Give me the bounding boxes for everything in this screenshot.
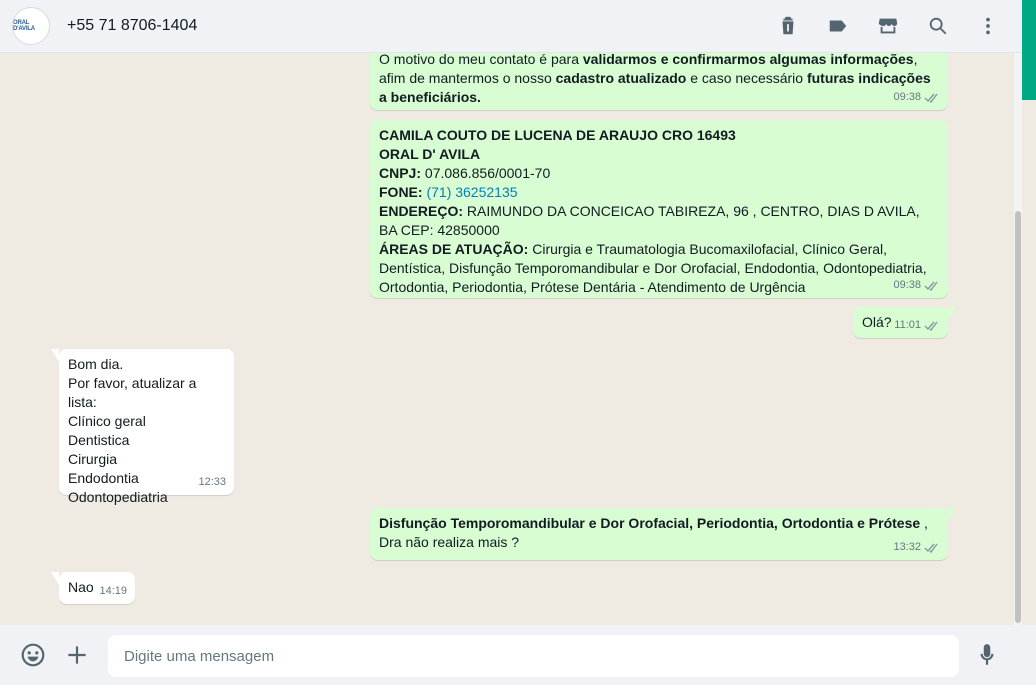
search-icon [929, 17, 947, 35]
endereco-label: ENDEREÇO: [379, 203, 464, 219]
message-time: 11:01 [894, 319, 921, 331]
dentist-name: CAMILA COUTO DE LUCENA DE ARAUJO CRO 164… [379, 127, 736, 143]
message-text: CAMILA COUTO DE LUCENA DE ARAUJO CRO 164… [379, 126, 939, 297]
label-icon [829, 20, 847, 32]
message-line: Bom dia. [68, 356, 124, 372]
scrollbar-thumb[interactable] [1015, 211, 1021, 623]
message-text-part: O motivo do meu contato é para [379, 53, 583, 67]
search-button[interactable] [926, 14, 950, 38]
store-icon [878, 18, 898, 34]
message-text-part: e caso necessário [686, 70, 807, 86]
message-input[interactable] [108, 635, 959, 677]
plus-icon [68, 646, 86, 664]
fone-label: FONE: [379, 184, 423, 200]
bubble-tail [948, 307, 956, 320]
composer-bar [0, 625, 1036, 685]
chat-area[interactable]: O motivo do meu contato é para validarmo… [0, 53, 1022, 625]
cnpj-value: 07.086.856/0001-70 [421, 165, 551, 181]
emoji-icon [21, 643, 45, 667]
accent-bar [1022, 0, 1036, 100]
message-time: 13:32 [893, 541, 921, 553]
contact-name[interactable]: +55 71 8706-1404 [67, 17, 197, 35]
delete-icon [782, 16, 794, 35]
message-bold-part: cadastro atualizado [555, 70, 687, 86]
menu-icon [986, 17, 990, 35]
clinic-name: ORAL D' AVILA [379, 146, 481, 162]
message-text: O motivo do meu contato é para validarmo… [379, 53, 939, 107]
message-time: 12:33 [198, 476, 226, 488]
bubble-tail [948, 508, 956, 521]
voice-button[interactable] [974, 642, 1000, 668]
message-time: 09:38 [893, 279, 921, 291]
chat-header: ORAL D'AVILA +55 71 8706-1404 [0, 0, 1022, 53]
message-outgoing[interactable]: Olá? 11:01 [853, 307, 956, 338]
message-incoming[interactable]: Nao 14:19 [51, 572, 135, 604]
areas-label: ÁREAS DE ATUAÇÃO: [379, 241, 529, 257]
message-outgoing[interactable]: Disfunção Temporomandibular e Dor Orofac… [370, 508, 956, 560]
message-meta: 12:33 [198, 473, 226, 492]
cnpj-label: CNPJ: [379, 165, 422, 181]
message-meta: 13:32 [893, 538, 940, 557]
message-outgoing[interactable]: CAMILA COUTO DE LUCENA DE ARAUJO CRO 164… [370, 120, 948, 298]
message-meta: 09:38 [893, 276, 940, 295]
message-meta: 14:19 [99, 582, 127, 601]
message-incoming[interactable]: Bom dia. Por favor, atualizar a lista: C… [51, 349, 234, 505]
message-line: Por favor, atualizar a lista: [68, 375, 197, 410]
avatar[interactable]: ORAL D'AVILA [12, 7, 50, 45]
message-meta: 09:38 [893, 88, 940, 107]
double-check-icon [924, 93, 938, 103]
bubble-tail [51, 572, 59, 585]
menu-button[interactable] [976, 14, 1000, 38]
mic-icon [980, 644, 994, 665]
store-button[interactable] [876, 14, 900, 38]
message-line: Clínico geral [68, 413, 146, 429]
message-bold-part: Disfunção Temporomandibular e Dor Orofac… [379, 515, 921, 531]
message-outgoing[interactable]: O motivo do meu contato é para validarmo… [370, 53, 948, 110]
double-check-icon [924, 543, 938, 553]
message-meta: 11:01 [894, 316, 940, 335]
message-time: 09:38 [893, 91, 921, 103]
message-text: Olá? [862, 314, 892, 330]
message-time: 14:19 [99, 585, 127, 597]
message-line: Dentistica [68, 432, 130, 448]
scrollbar[interactable] [1014, 53, 1022, 625]
avatar-logo: ORAL D'AVILA [13, 20, 35, 32]
attach-button[interactable] [64, 642, 90, 668]
message-line: Cirurgia [68, 451, 118, 467]
double-check-icon [924, 321, 938, 331]
header-actions [750, 14, 1000, 38]
message-text: Nao [68, 579, 94, 595]
emoji-button[interactable] [20, 642, 46, 668]
double-check-icon [924, 281, 938, 291]
phone-link[interactable]: (71) 36252135 [426, 184, 517, 200]
label-button[interactable] [826, 14, 850, 38]
delete-button[interactable] [776, 14, 800, 38]
message-bold-part: validarmos e confirmarmos algumas inform… [582, 53, 914, 67]
message-text: Disfunção Temporomandibular e Dor Orofac… [379, 514, 939, 552]
bubble-tail [51, 349, 59, 362]
